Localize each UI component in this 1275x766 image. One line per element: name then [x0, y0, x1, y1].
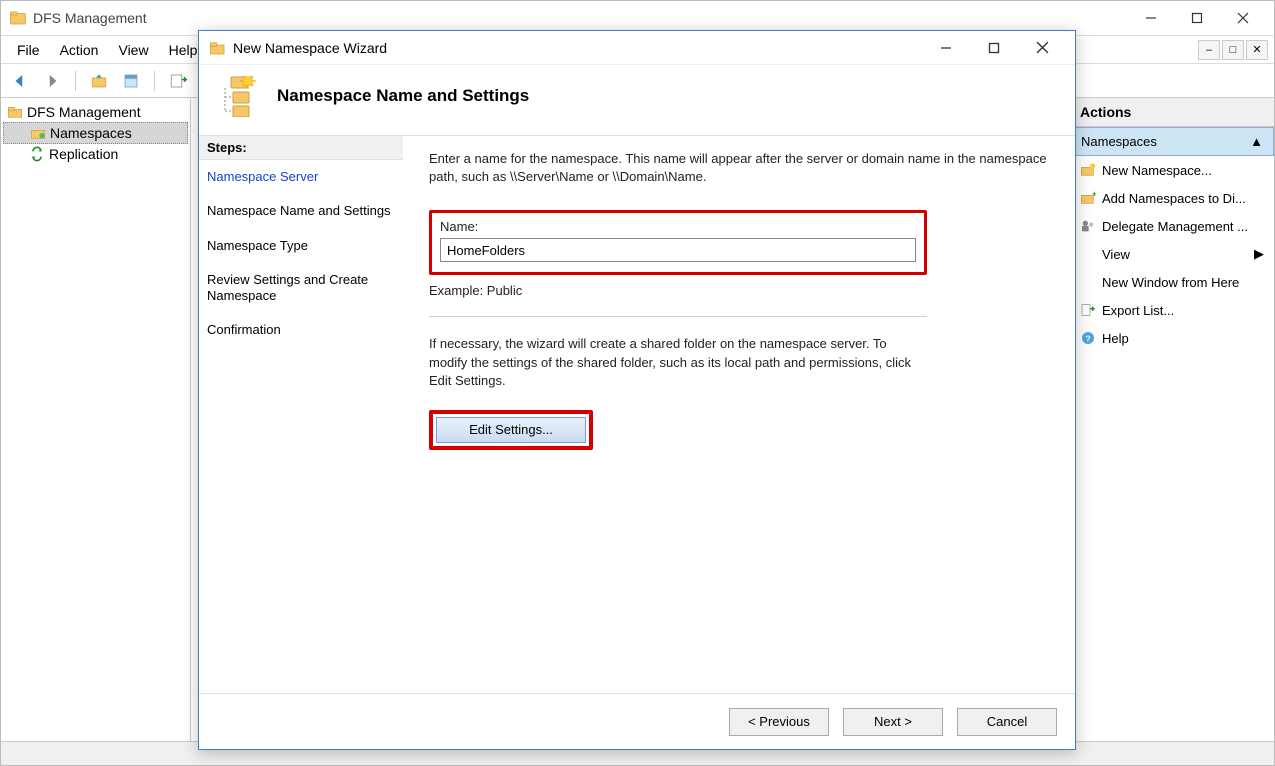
export-icon [1080, 302, 1096, 318]
tree-namespaces-label: Namespaces [50, 125, 132, 141]
svg-text:?: ? [1085, 333, 1090, 343]
dialog-header-title: Namespace Name and Settings [277, 86, 529, 106]
replication-icon [29, 146, 45, 162]
wizard-content: Enter a name for the namespace. This nam… [403, 136, 1075, 693]
dfs-root-icon [7, 104, 23, 120]
wizard-description: Enter a name for the namespace. This nam… [429, 150, 1049, 186]
shared-folder-note: If necessary, the wizard will create a s… [429, 335, 927, 390]
main-title: DFS Management [33, 10, 1128, 26]
dialog-close-button[interactable] [1027, 36, 1057, 60]
dialog-title: New Namespace Wizard [233, 40, 931, 56]
back-button[interactable] [7, 68, 33, 94]
step-namespace-server[interactable]: Namespace Server [199, 160, 403, 194]
tree-root-label: DFS Management [27, 104, 141, 120]
delegate-icon [1080, 218, 1096, 234]
step-name-settings[interactable]: Namespace Name and Settings [199, 194, 403, 228]
menu-file[interactable]: File [7, 39, 50, 61]
actions-group-label: Namespaces [1081, 134, 1157, 149]
action-delegate-management[interactable]: Delegate Management ... [1070, 212, 1274, 240]
new-namespace-wizard-dialog: New Namespace Wizard Na [198, 30, 1076, 750]
previous-button[interactable]: < Previous [729, 708, 829, 736]
menubar-right-controls: – □ ✕ [1196, 40, 1268, 60]
help-icon: ? [1080, 330, 1096, 346]
minimize-button[interactable] [1128, 3, 1174, 33]
action-new-namespace[interactable]: New Namespace... [1070, 156, 1274, 184]
action-export-label: Export List... [1102, 303, 1174, 318]
name-example: Example: Public [429, 283, 1049, 298]
dialog-window-controls [931, 36, 1065, 60]
next-button[interactable]: Next > [843, 708, 943, 736]
action-export-list[interactable]: Export List... [1070, 296, 1274, 324]
wizard-icon [209, 39, 227, 57]
action-view[interactable]: View ▶ [1070, 240, 1274, 268]
new-window-icon [1080, 274, 1096, 290]
tree-panel: DFS Management Namespaces Replication [1, 98, 191, 741]
new-namespace-icon [1080, 162, 1096, 178]
tree-replication-label: Replication [49, 146, 118, 162]
mini-close-icon[interactable]: ✕ [1246, 40, 1268, 60]
dialog-titlebar: New Namespace Wizard [199, 31, 1075, 65]
actions-panel: Actions Namespaces ▲ New Namespace... + … [1069, 98, 1274, 741]
name-label: Name: [440, 219, 916, 234]
step-namespace-type: Namespace Type [199, 229, 403, 263]
toolbar-separator-2 [154, 71, 155, 91]
svg-text:+: + [1092, 190, 1096, 199]
step-review: Review Settings and Create Namespace [199, 263, 403, 314]
mini-minimize-icon[interactable]: – [1198, 40, 1220, 60]
dialog-header: Namespace Name and Settings [199, 65, 1075, 136]
main-window-controls [1128, 3, 1266, 33]
namespace-name-input[interactable] [440, 238, 916, 262]
dialog-footer: < Previous Next > Cancel [199, 693, 1075, 749]
edit-settings-button[interactable]: Edit Settings... [436, 417, 586, 443]
action-help-label: Help [1102, 331, 1129, 346]
action-view-label: View [1102, 247, 1248, 262]
action-delegate-label: Delegate Management ... [1102, 219, 1248, 234]
dialog-maximize-button[interactable] [979, 36, 1009, 60]
export-button[interactable] [165, 68, 191, 94]
actions-group-namespaces[interactable]: Namespaces ▲ [1070, 127, 1274, 156]
namespaces-icon [30, 125, 46, 141]
edit-settings-highlight-box: Edit Settings... [429, 410, 593, 450]
action-add-namespaces-label: Add Namespaces to Di... [1102, 191, 1246, 206]
action-new-namespace-label: New Namespace... [1102, 163, 1212, 178]
collapse-icon: ▲ [1250, 134, 1263, 149]
wizard-header-icon [217, 75, 257, 117]
forward-button[interactable] [39, 68, 65, 94]
close-button[interactable] [1220, 3, 1266, 33]
dialog-body: Steps: Namespace Server Namespace Name a… [199, 136, 1075, 693]
steps-label: Steps: [199, 136, 403, 160]
step-confirmation: Confirmation [199, 313, 403, 347]
view-submenu-icon [1080, 246, 1096, 262]
cancel-button[interactable]: Cancel [957, 708, 1057, 736]
up-folder-button[interactable] [86, 68, 112, 94]
chevron-right-icon: ▶ [1254, 246, 1264, 262]
name-highlight-box: Name: [429, 210, 927, 275]
menu-action[interactable]: Action [50, 39, 109, 61]
dialog-minimize-button[interactable] [931, 36, 961, 60]
menu-view[interactable]: View [108, 39, 158, 61]
maximize-button[interactable] [1174, 3, 1220, 33]
app-icon [9, 9, 27, 27]
tree-root[interactable]: DFS Management [3, 102, 188, 122]
tree-replication[interactable]: Replication [3, 144, 188, 164]
wizard-steps-panel: Steps: Namespace Server Namespace Name a… [199, 136, 403, 693]
mini-restore-icon[interactable]: □ [1222, 40, 1244, 60]
tree-namespaces[interactable]: Namespaces [3, 122, 188, 144]
toolbar-separator [75, 71, 76, 91]
actions-header: Actions [1070, 98, 1274, 127]
action-add-namespaces[interactable]: + Add Namespaces to Di... [1070, 184, 1274, 212]
divider [429, 316, 927, 317]
action-help[interactable]: ? Help [1070, 324, 1274, 352]
properties-button[interactable] [118, 68, 144, 94]
action-new-window-label: New Window from Here [1102, 275, 1239, 290]
action-new-window[interactable]: New Window from Here [1070, 268, 1274, 296]
add-namespaces-icon: + [1080, 190, 1096, 206]
